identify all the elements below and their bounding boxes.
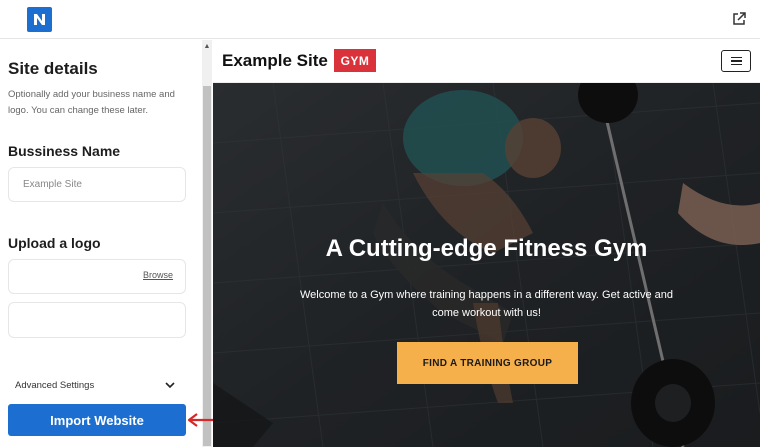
site-preview: Example Site GYM A Cutting-edge Fitness … (213, 40, 760, 447)
hero-section: A Cutting-edge Fitness Gym Welcome to a … (213, 83, 760, 447)
external-link-icon[interactable] (731, 11, 747, 27)
hero-title: A Cutting-edge Fitness Gym (325, 235, 648, 262)
sidebar-title: Site details (8, 59, 98, 78)
business-name-input[interactable] (9, 168, 185, 201)
logo-preview-box (8, 302, 186, 338)
advanced-settings-toggle[interactable]: Advanced Settings (15, 380, 94, 391)
site-header: Example Site GYM (213, 40, 760, 83)
scrollbar-thumb[interactable] (203, 86, 211, 446)
hamburger-menu-icon[interactable] (721, 50, 751, 72)
import-website-button[interactable]: Import Website (8, 404, 186, 436)
scroll-up-arrow-icon[interactable]: ▲ (202, 40, 212, 52)
logo-n-icon (34, 14, 45, 25)
business-name-field[interactable] (8, 167, 186, 202)
hero-text: Welcome to a Gym where training happens … (300, 289, 673, 319)
sidebar-description: Optionally add your business name and lo… (8, 89, 175, 116)
upload-logo-label: Upload a logo (8, 235, 101, 251)
gym-badge: GYM (334, 49, 376, 72)
browse-link[interactable]: Browse (143, 270, 173, 280)
app-logo (27, 7, 52, 32)
site-name: Example Site (222, 51, 328, 70)
find-training-group-button[interactable]: FIND A TRAINING GROUP (397, 342, 578, 384)
hero-background-image (213, 83, 760, 447)
top-bar (0, 0, 760, 39)
chevron-down-icon[interactable] (164, 379, 176, 391)
business-name-label: Bussiness Name (8, 143, 121, 159)
